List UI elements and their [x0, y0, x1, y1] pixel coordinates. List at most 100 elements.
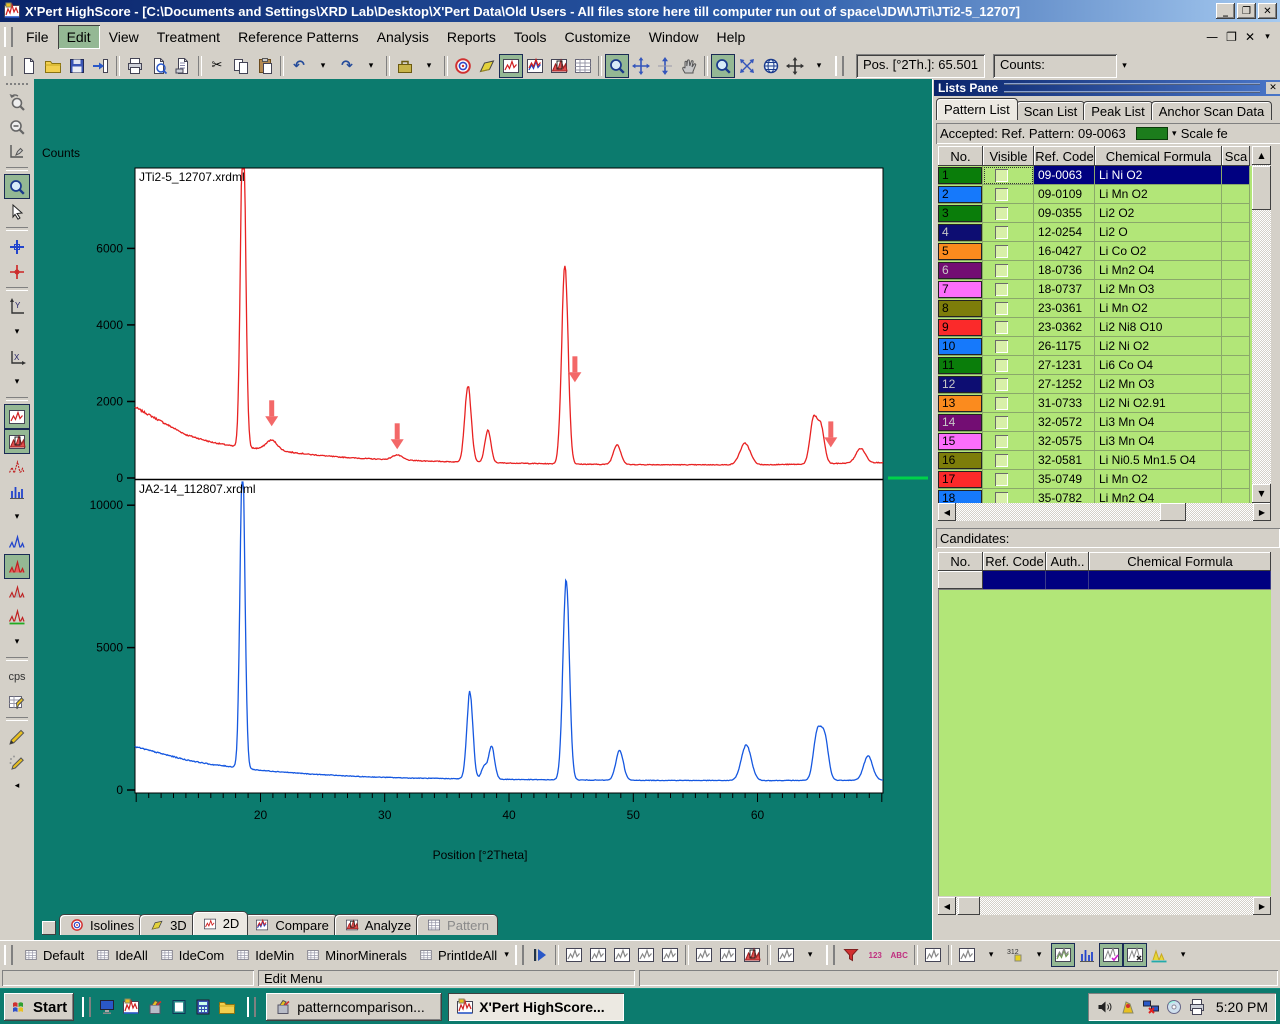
copy-icon[interactable]	[229, 54, 253, 78]
pattern-row-18-0736[interactable]: 618-0736Li Mn2 O4	[938, 261, 1252, 280]
ref-code-cell[interactable]: 31-0733	[1034, 394, 1095, 413]
scan-tool-5-icon[interactable]	[658, 943, 682, 967]
notepad-icon[interactable]	[167, 994, 191, 1020]
show-desktop-icon[interactable]	[95, 994, 119, 1020]
close-button[interactable]: ✕	[1258, 3, 1277, 19]
candidates-column-chemical-formula[interactable]: Chemical Formula	[1089, 552, 1271, 571]
menu-file[interactable]: File	[17, 25, 58, 49]
quicklaunch-grip[interactable]	[82, 997, 91, 1017]
pattern-color-chip[interactable]: 15	[938, 432, 983, 451]
bars-icon[interactable]	[4, 479, 30, 504]
pattern-color-chip[interactable]: 2	[938, 185, 983, 204]
lists-pane-titlebar[interactable]: Lists Pane ✕	[934, 80, 1280, 96]
visible-checkbox[interactable]	[995, 207, 1008, 220]
accepted-color-dropdown-icon[interactable]: ▾	[1170, 129, 1179, 139]
import-icon[interactable]	[89, 54, 113, 78]
macro-button-printideall[interactable]: PrintIdeAll	[412, 944, 502, 966]
numbers-label-icon[interactable]: 123	[863, 943, 887, 967]
analyze-view-icon[interactable]	[547, 54, 571, 78]
new-document-icon[interactable]	[17, 54, 41, 78]
pattern-check-icon[interactable]	[1099, 943, 1123, 967]
candidates-hscroll-thumb[interactable]	[958, 897, 980, 915]
fit-height-icon[interactable]	[653, 54, 677, 78]
candidates-scroll-right-icon[interactable]: ▶	[1253, 897, 1271, 915]
pattern-row-27-1231[interactable]: 1127-1231Li6 Co O4	[938, 356, 1252, 375]
pattern-reject-icon[interactable]	[1123, 943, 1147, 967]
zoom-undo-icon[interactable]	[4, 89, 30, 114]
center-icon[interactable]	[4, 234, 30, 259]
pattern-color-chip[interactable]: 14	[938, 413, 983, 432]
volume-icon[interactable]	[1096, 998, 1114, 1016]
chart-canvas[interactable]: 203040506002000400060000500010000JTi2-5_…	[34, 79, 932, 940]
visible-checkbox[interactable]	[995, 169, 1008, 182]
peaks-outline-icon[interactable]	[4, 454, 30, 479]
lists-tab-anchor-scan-data[interactable]: Anchor Scan Data	[1151, 101, 1273, 120]
pattern-color-chip[interactable]: 3	[938, 204, 983, 223]
pattern-row-12-0254[interactable]: 412-0254Li2 O	[938, 223, 1252, 242]
visible-checkbox[interactable]	[995, 283, 1008, 296]
chemical-formula-cell[interactable]: Li2 Mn O3	[1095, 280, 1222, 299]
left-toolbar-scroll-icon[interactable]: ◂	[15, 780, 20, 791]
color-chip[interactable]: 12	[938, 376, 982, 393]
color-chip[interactable]: 2	[938, 186, 982, 203]
undo-icon[interactable]: ↶	[287, 54, 311, 78]
peaks-dropdown-icon[interactable]: ▾	[4, 629, 30, 654]
tool-dropdown-2-icon[interactable]: ▾	[979, 943, 1003, 967]
peaks-grey-icon[interactable]	[4, 579, 30, 604]
ref-code-cell[interactable]: 09-0355	[1034, 204, 1095, 223]
pattern-row-27-1252[interactable]: 1227-1252Li2 Mn O3	[938, 375, 1252, 394]
pattern-row-09-0355[interactable]: 309-0355Li2 O2	[938, 204, 1252, 223]
toolbox-dropdown-icon[interactable]: ▾	[417, 54, 441, 78]
tasks-grip[interactable]	[247, 997, 256, 1017]
menu-view[interactable]: View	[100, 25, 148, 49]
chemical-formula-cell[interactable]: Li Ni0.5 Mn1.5 O4	[1095, 451, 1222, 470]
axes-hand-icon[interactable]	[4, 139, 30, 164]
pattern-color-chip[interactable]: 1	[938, 166, 983, 185]
ref-code-cell[interactable]: 18-0736	[1034, 261, 1095, 280]
pattern-color-chip[interactable]: 9	[938, 318, 983, 337]
scale-cell[interactable]	[1222, 166, 1250, 185]
color-chip[interactable]: 8	[938, 300, 982, 317]
zoom-icon[interactable]	[605, 54, 629, 78]
chemical-formula-cell[interactable]: Li2 O	[1095, 223, 1222, 242]
visible-checkbox[interactable]	[995, 435, 1008, 448]
print-preview-icon[interactable]	[147, 54, 171, 78]
letters-label-icon[interactable]: ABC	[887, 943, 911, 967]
scan-tool-2-icon[interactable]	[586, 943, 610, 967]
pointer-icon[interactable]	[4, 199, 30, 224]
ref-code-cell[interactable]: 09-0063	[1034, 166, 1095, 185]
globe-icon[interactable]	[759, 54, 783, 78]
compare-view-icon[interactable]	[523, 54, 547, 78]
pattern-color-chip[interactable]: 10	[938, 337, 983, 356]
chemical-formula-cell[interactable]: Li Co O2	[1095, 242, 1222, 261]
scale-cell[interactable]	[1222, 223, 1250, 242]
calculator-icon[interactable]	[191, 994, 215, 1020]
scan-tool-1-icon[interactable]	[562, 943, 586, 967]
view-tab-compare[interactable]: Compare	[244, 914, 337, 935]
pattern-vscroll-thumb[interactable]	[1252, 166, 1271, 210]
cut-icon[interactable]: ✂	[205, 54, 229, 78]
readout-grip[interactable]	[835, 56, 844, 76]
x-axis-dropdown-icon[interactable]: ▾	[4, 369, 30, 394]
view-tab-analyze[interactable]: Analyze	[334, 914, 420, 935]
pattern-row-09-0063[interactable]: 1 09-0063Li Ni O2	[938, 166, 1252, 185]
pattern-hscroll-thumb[interactable]	[1160, 503, 1186, 521]
filter-icon[interactable]	[839, 943, 863, 967]
toolbox-icon[interactable]	[393, 54, 417, 78]
color-chip[interactable]: 4	[938, 224, 982, 241]
visible-checkbox[interactable]	[995, 302, 1008, 315]
identify-icon[interactable]	[921, 943, 945, 967]
pattern-color-chip[interactable]: 4	[938, 223, 983, 242]
pattern-scroll-left-icon[interactable]: ◀	[938, 503, 956, 521]
2d-view-icon[interactable]	[499, 54, 523, 78]
task-button-patterncomparison-[interactable]: patterncomparison...	[266, 993, 442, 1021]
ref-code-cell[interactable]: 27-1231	[1034, 356, 1095, 375]
pattern-row-32-0581[interactable]: 1632-0581Li Ni0.5 Mn1.5 O4	[938, 451, 1252, 470]
chemical-formula-cell[interactable]: Li Ni O2	[1095, 166, 1222, 185]
counts-dropdown-icon[interactable]: ▾	[1120, 61, 1129, 71]
scale-cell[interactable]	[1222, 394, 1250, 413]
task-button-x-pert-highscore-[interactable]: X'Pert HighScore...	[448, 993, 624, 1021]
scale-cell[interactable]	[1222, 489, 1250, 503]
macro-button-default[interactable]: Default	[17, 944, 89, 966]
menu-help[interactable]: Help	[707, 25, 754, 49]
